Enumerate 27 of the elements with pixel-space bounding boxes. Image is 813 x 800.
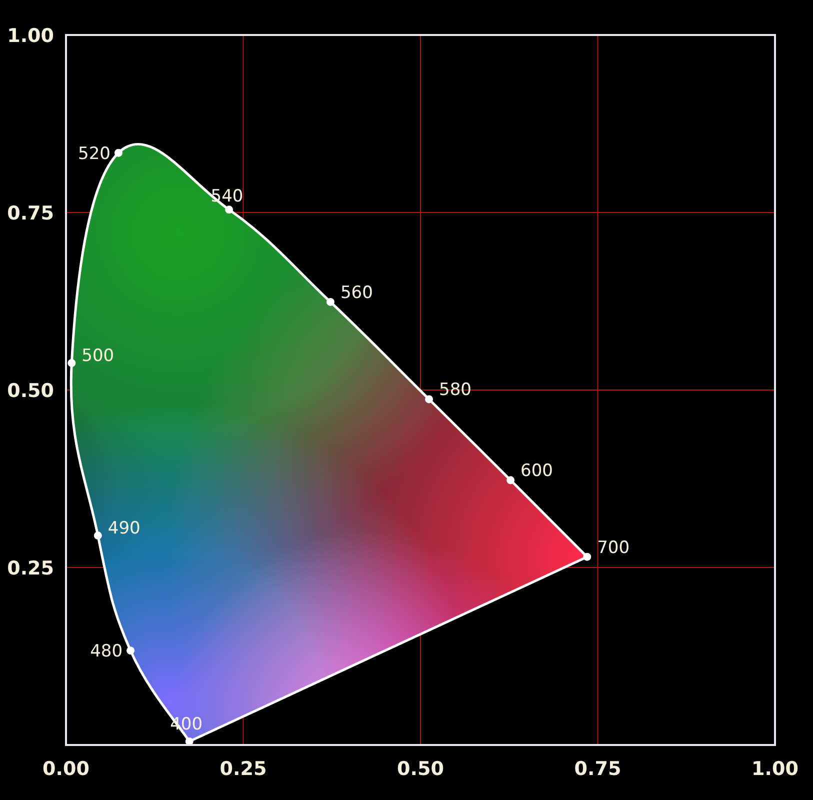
data-point	[126, 646, 135, 655]
wavelength-label: 600	[520, 461, 553, 482]
y-tick-label: 0.50	[7, 380, 54, 402]
data-point	[225, 206, 234, 214]
wavelength-label: 560	[340, 282, 373, 303]
y-tick-label: 0.25	[7, 558, 54, 580]
wavelength-label: 490	[108, 518, 140, 539]
x-tick-label: 0.25	[220, 758, 267, 780]
data-point	[326, 298, 334, 306]
wavelength-label: 520	[78, 144, 110, 164]
wavelength-label: 540	[210, 186, 244, 207]
data-point	[185, 737, 194, 746]
x-tick-label: 1.00	[752, 758, 798, 780]
y-tick-label: 1.00	[7, 25, 54, 47]
data-point	[583, 552, 592, 561]
x-tick-label: 0.50	[397, 758, 444, 780]
data-point	[506, 476, 515, 484]
data-point	[68, 359, 76, 368]
data-point	[94, 532, 102, 540]
wavelength-label: 700	[597, 538, 630, 558]
x-tick-label: 0.00	[42, 758, 90, 780]
wavelength-label: 480	[90, 642, 123, 662]
data-point	[114, 148, 122, 157]
x-tick-label: 0.75	[574, 758, 622, 780]
data-point	[425, 395, 433, 404]
wavelength-label: 500	[82, 346, 114, 366]
y-tick-label: 0.75	[7, 202, 54, 224]
